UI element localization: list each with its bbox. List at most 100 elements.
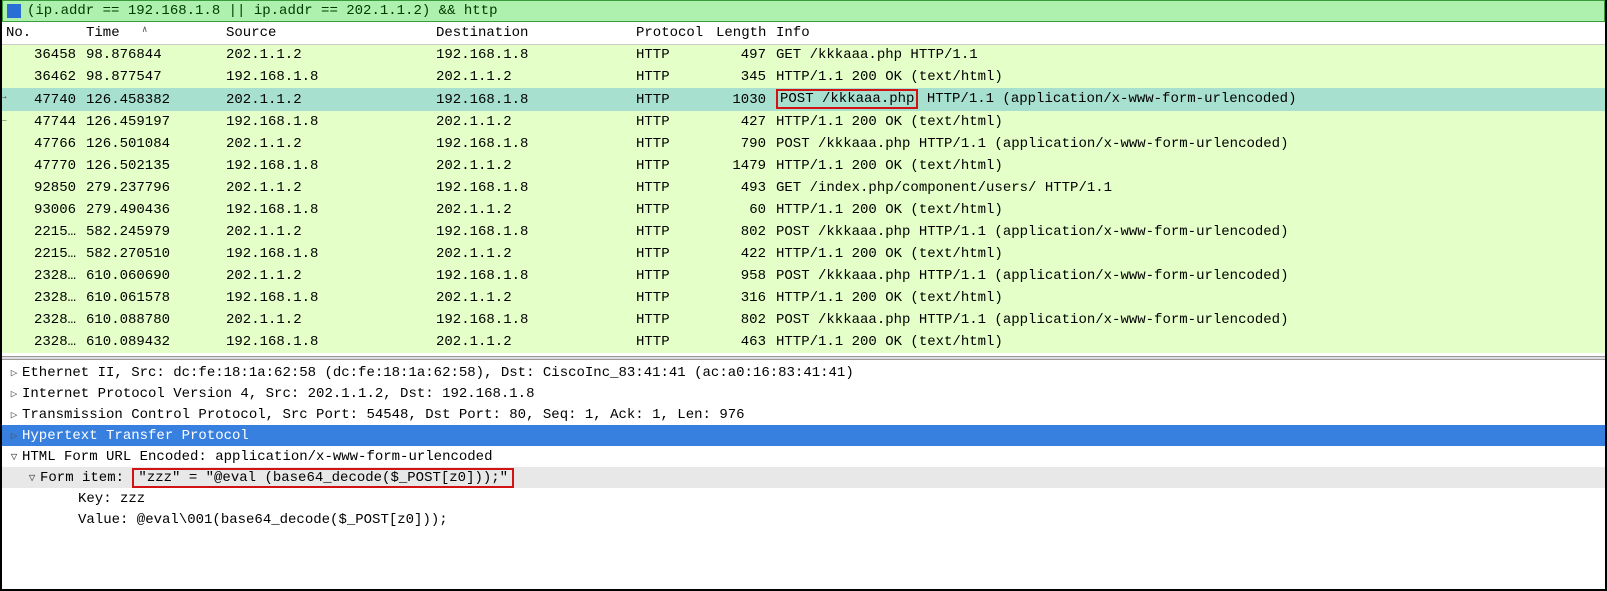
column-header-info[interactable]: Info <box>772 22 1605 44</box>
cell-length: 316 <box>712 287 772 309</box>
cell-length: 1479 <box>712 155 772 177</box>
display-filter-bar[interactable]: (ip.addr == 192.168.1.8 || ip.addr == 20… <box>2 0 1605 22</box>
cell-protocol: HTTP <box>632 133 712 155</box>
table-row[interactable]: 2328…610.061578192.168.1.8202.1.1.2HTTP3… <box>2 287 1605 309</box>
cell-info: HTTP/1.1 200 OK (text/html) <box>772 66 1605 88</box>
column-header-length[interactable]: Length <box>712 22 772 44</box>
table-row[interactable]: ←47744126.459197192.168.1.8202.1.1.2HTTP… <box>2 111 1605 133</box>
cell-destination: 192.168.1.8 <box>432 177 632 199</box>
column-header-protocol[interactable]: Protocol <box>632 22 712 44</box>
cell-source: 202.1.1.2 <box>222 265 432 287</box>
cell-time: 279.237796 <box>82 177 222 199</box>
cell-protocol: HTTP <box>632 199 712 221</box>
cell-length: 790 <box>712 133 772 155</box>
cell-protocol: HTTP <box>632 265 712 287</box>
expander-open-icon[interactable]: ▽ <box>24 471 40 485</box>
cell-destination: 202.1.1.2 <box>432 66 632 88</box>
cell-time: 98.877547 <box>82 66 222 88</box>
cell-info: POST /kkkaaa.php HTTP/1.1 (application/x… <box>772 133 1605 155</box>
cell-source: 202.1.1.2 <box>222 44 432 66</box>
cell-destination: 192.168.1.8 <box>432 44 632 66</box>
bookmark-icon[interactable] <box>7 4 21 18</box>
cell-destination: 202.1.1.2 <box>432 199 632 221</box>
tree-ethernet-label: Ethernet II, Src: dc:fe:18:1a:62:58 (dc:… <box>22 365 854 381</box>
cell-length: 497 <box>712 44 772 66</box>
table-row[interactable]: 3646298.877547192.168.1.8202.1.1.2HTTP34… <box>2 66 1605 88</box>
tree-form-key-label: Key: zzz <box>78 491 145 507</box>
tree-form-item[interactable]: ▽ Form item: "zzz" = "@eval (base64_deco… <box>2 467 1605 488</box>
expander-icon[interactable]: ▷ <box>6 387 22 401</box>
table-row[interactable]: 93006279.490436192.168.1.8202.1.1.2HTTP6… <box>2 199 1605 221</box>
cell-length: 422 <box>712 243 772 265</box>
cell-protocol: HTTP <box>632 287 712 309</box>
tree-ip[interactable]: ▷ Internet Protocol Version 4, Src: 202.… <box>2 383 1605 404</box>
cell-destination: 192.168.1.8 <box>432 309 632 331</box>
cell-info: POST /kkkaaa.php HTTP/1.1 (application/x… <box>772 88 1605 111</box>
cell-destination: 192.168.1.8 <box>432 221 632 243</box>
table-row[interactable]: 2215…582.245979202.1.1.2192.168.1.8HTTP8… <box>2 221 1605 243</box>
related-arrow-icon: ← <box>2 115 7 126</box>
cell-time: 610.088780 <box>82 309 222 331</box>
column-header-time[interactable]: Time∧ <box>82 22 222 44</box>
table-row[interactable]: 47766126.501084202.1.1.2192.168.1.8HTTP7… <box>2 133 1605 155</box>
cell-length: 802 <box>712 221 772 243</box>
cell-protocol: HTTP <box>632 177 712 199</box>
related-arrow-icon: → <box>2 92 7 103</box>
cell-length: 463 <box>712 331 772 353</box>
tree-ethernet[interactable]: ▷ Ethernet II, Src: dc:fe:18:1a:62:58 (d… <box>2 362 1605 383</box>
cell-length: 1030 <box>712 88 772 111</box>
cell-protocol: HTTP <box>632 88 712 111</box>
column-header-no[interactable]: No. <box>2 22 82 44</box>
cell-protocol: HTTP <box>632 66 712 88</box>
expander-icon[interactable]: ▷ <box>6 408 22 422</box>
packet-list-pane[interactable]: No. Time∧ Source Destination Protocol Le… <box>2 22 1605 356</box>
cell-no: 2215… <box>2 221 82 243</box>
cell-info: HTTP/1.1 200 OK (text/html) <box>772 331 1605 353</box>
cell-no: 36462 <box>2 66 82 88</box>
column-header-source[interactable]: Source <box>222 22 432 44</box>
tree-ip-label: Internet Protocol Version 4, Src: 202.1.… <box>22 386 534 402</box>
expander-open-icon[interactable]: ▽ <box>6 450 22 464</box>
table-row[interactable]: 2328…610.089432192.168.1.8202.1.1.2HTTP4… <box>2 331 1605 353</box>
cell-length: 427 <box>712 111 772 133</box>
cell-time: 126.501084 <box>82 133 222 155</box>
tree-form-item-prefix: Form item: <box>40 470 132 486</box>
cell-destination: 192.168.1.8 <box>432 133 632 155</box>
table-row[interactable]: →47740126.458382202.1.1.2192.168.1.8HTTP… <box>2 88 1605 111</box>
column-header-destination[interactable]: Destination <box>432 22 632 44</box>
packet-details-pane[interactable]: ▷ Ethernet II, Src: dc:fe:18:1a:62:58 (d… <box>2 360 1605 538</box>
cell-info: HTTP/1.1 200 OK (text/html) <box>772 243 1605 265</box>
tree-http[interactable]: ▷ Hypertext Transfer Protocol <box>2 425 1605 446</box>
expander-icon[interactable]: ▷ <box>6 366 22 380</box>
table-header-row: No. Time∧ Source Destination Protocol Le… <box>2 22 1605 44</box>
cell-source: 202.1.1.2 <box>222 177 432 199</box>
cell-length: 802 <box>712 309 772 331</box>
table-row[interactable]: 92850279.237796202.1.1.2192.168.1.8HTTP4… <box>2 177 1605 199</box>
cell-protocol: HTTP <box>632 331 712 353</box>
table-row[interactable]: 47770126.502135192.168.1.8202.1.1.2HTTP1… <box>2 155 1605 177</box>
expander-icon[interactable]: ▷ <box>6 429 22 443</box>
cell-destination: 192.168.1.8 <box>432 265 632 287</box>
cell-time: 279.490436 <box>82 199 222 221</box>
cell-time: 98.876844 <box>82 44 222 66</box>
tree-form-value[interactable]: Value: @eval\001(base64_decode($_POST[z0… <box>2 509 1605 530</box>
cell-source: 202.1.1.2 <box>222 221 432 243</box>
cell-source: 192.168.1.8 <box>222 331 432 353</box>
table-row[interactable]: 2328…610.060690202.1.1.2192.168.1.8HTTP9… <box>2 265 1605 287</box>
table-row[interactable]: 2215…582.270510192.168.1.8202.1.1.2HTTP4… <box>2 243 1605 265</box>
cell-info: HTTP/1.1 200 OK (text/html) <box>772 287 1605 309</box>
tree-form-key[interactable]: Key: zzz <box>2 488 1605 509</box>
table-row[interactable]: 2328…610.088780202.1.1.2192.168.1.8HTTP8… <box>2 309 1605 331</box>
cell-protocol: HTTP <box>632 243 712 265</box>
cell-no: 2215… <box>2 243 82 265</box>
cell-info: POST /kkkaaa.php HTTP/1.1 (application/x… <box>772 309 1605 331</box>
tree-html-form[interactable]: ▽ HTML Form URL Encoded: application/x-w… <box>2 446 1605 467</box>
cell-source: 192.168.1.8 <box>222 287 432 309</box>
cell-no: 2328… <box>2 331 82 353</box>
cell-time: 610.089432 <box>82 331 222 353</box>
display-filter-input[interactable]: (ip.addr == 192.168.1.8 || ip.addr == 20… <box>27 3 497 19</box>
cell-time: 610.061578 <box>82 287 222 309</box>
table-row[interactable]: 3645898.876844202.1.1.2192.168.1.8HTTP49… <box>2 44 1605 66</box>
tree-tcp[interactable]: ▷ Transmission Control Protocol, Src Por… <box>2 404 1605 425</box>
cell-no: 2328… <box>2 287 82 309</box>
